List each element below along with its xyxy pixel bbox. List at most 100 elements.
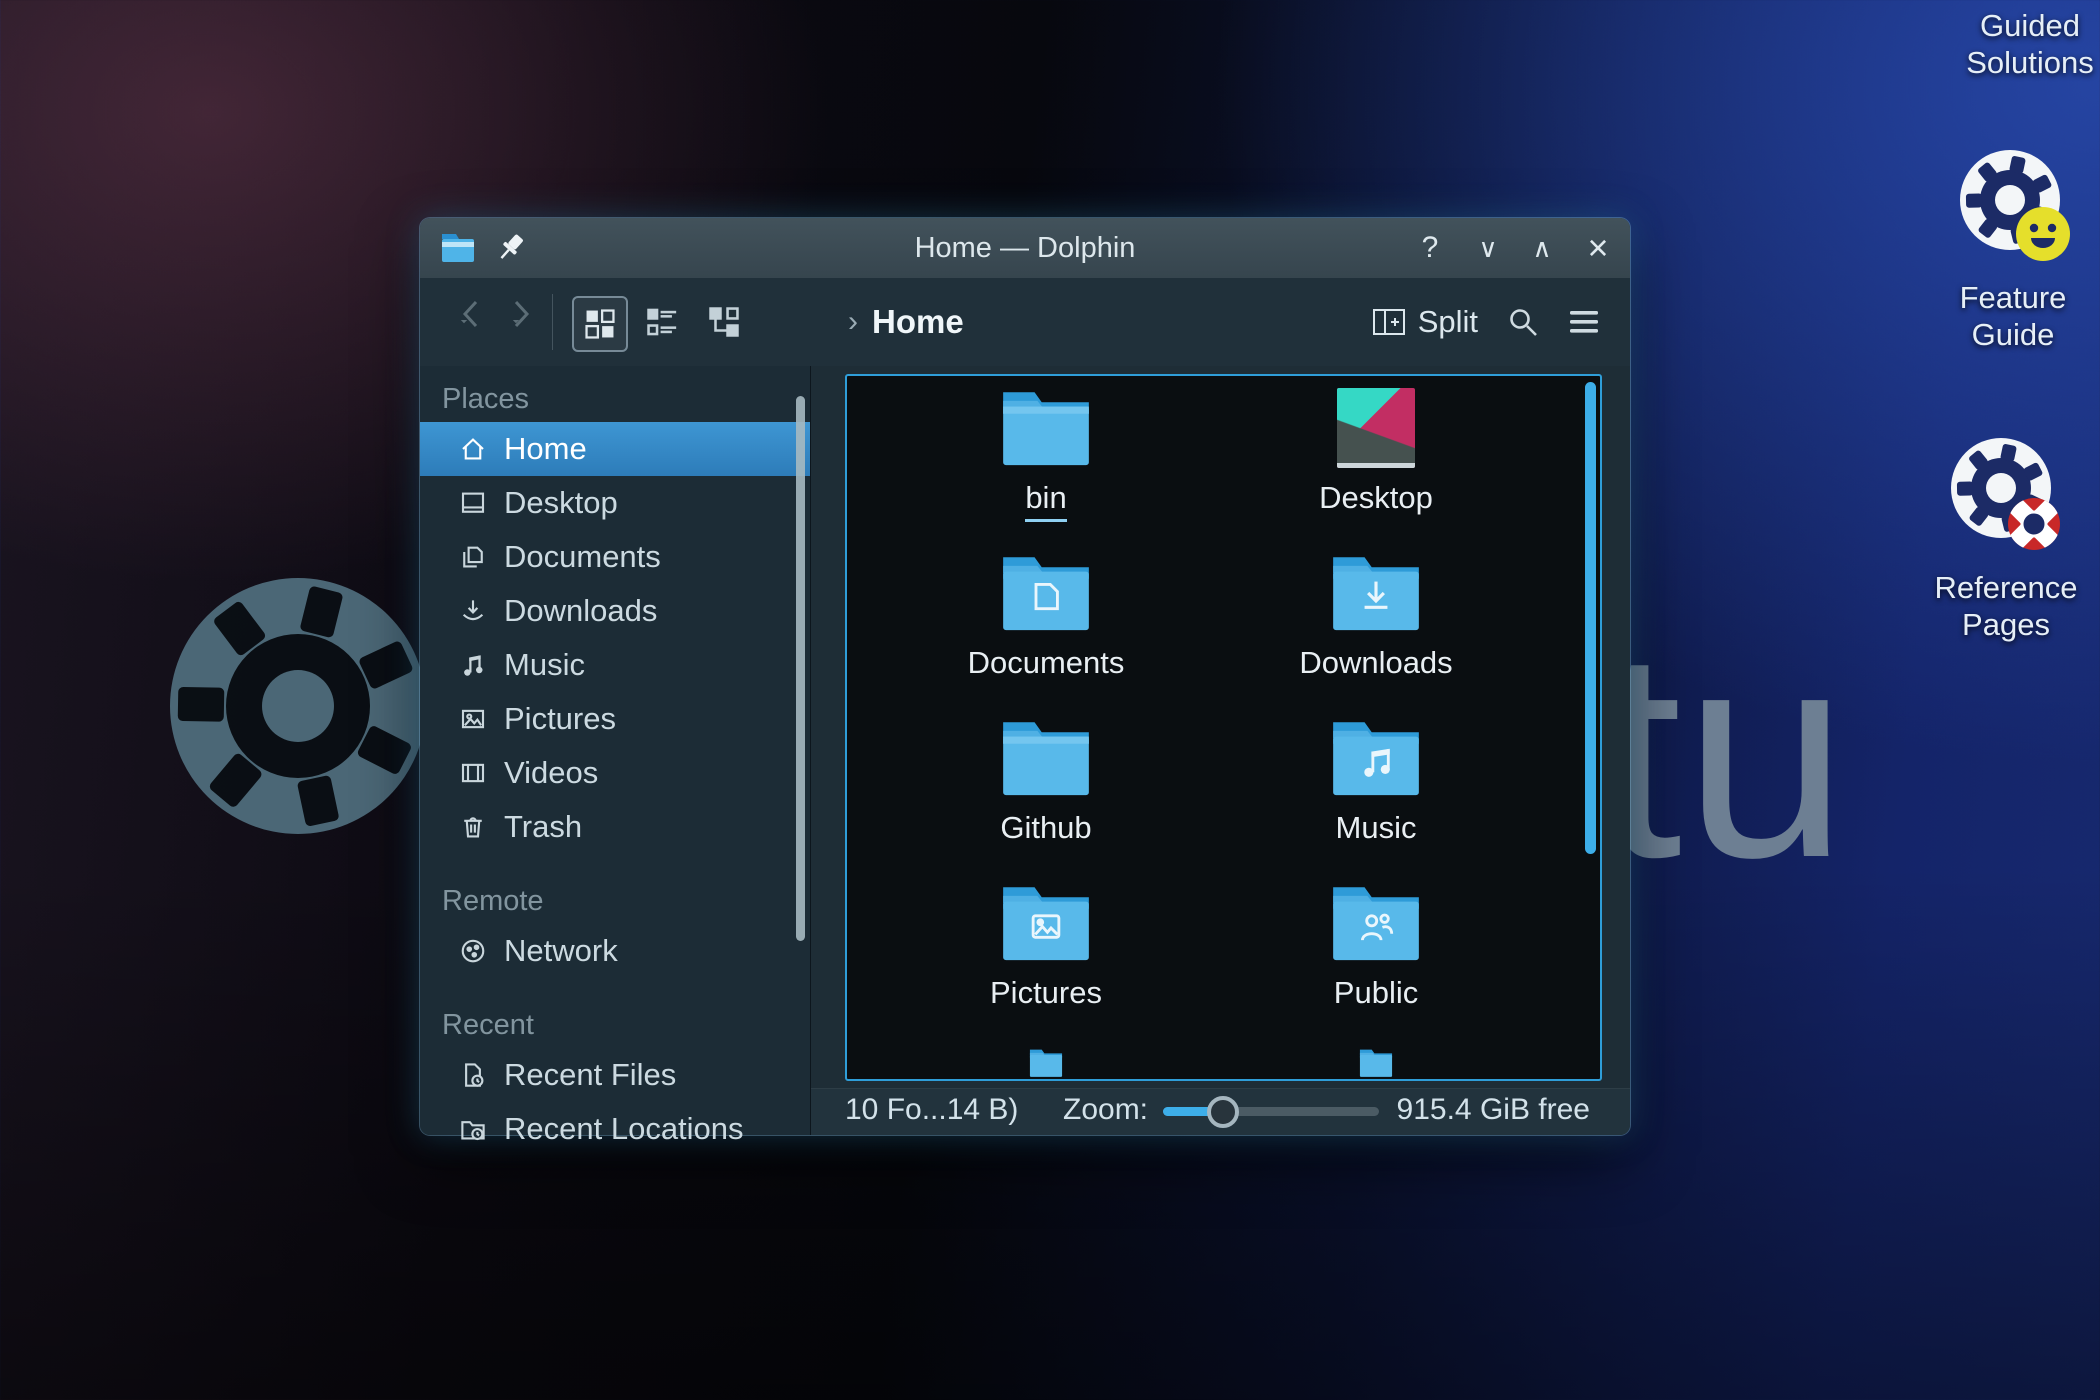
videos-icon [458,758,488,788]
folder-music-icon [1330,718,1422,798]
trash-icon [458,812,488,842]
folder-icon [1000,388,1092,468]
file-name: bin [1025,480,1066,522]
help-button[interactable]: ? [1408,218,1452,278]
folder-icon [1330,1048,1422,1078]
pictures-icon [458,704,488,734]
file-item-documents[interactable]: Documents [881,543,1211,708]
desktop-icon-guided-solutions[interactable]: Guided Solutions [1945,0,2100,81]
sidebar-item-documents[interactable]: Documents [420,530,810,584]
recent-locations-icon [458,1114,488,1144]
file-item-partial[interactable] [881,1038,1211,1078]
sidebar-scrollbar[interactable] [796,396,805,941]
view-scrollbar[interactable] [1585,382,1596,854]
forward-button[interactable] [506,298,536,332]
sidebar-item-label: Recent Locations [504,1111,744,1147]
minimize-button[interactable]: ∨ [1466,218,1510,278]
sidebar-item-network[interactable]: Network [420,924,810,978]
free-space: 915.4 GiB free [1397,1093,1590,1127]
file-name: Public [1334,975,1418,1011]
hamburger-menu-icon[interactable] [1568,309,1600,335]
folder-pictures-icon [1000,883,1092,963]
sidebar-item-recent-files[interactable]: Recent Files [420,1048,810,1102]
sidebar-section-remote: Remote [420,878,810,924]
sidebar-item-label: Recent Files [504,1057,676,1093]
toolbar-separator [552,294,553,350]
breadcrumb-chevron-icon: › [848,305,858,339]
desktop-icon-feature-guide[interactable]: Feature Guide [1928,146,2098,353]
close-button[interactable]: × [1576,218,1620,278]
sidebar-item-music[interactable]: Music [420,638,810,692]
home-icon [458,434,488,464]
titlebar[interactable]: Home — Dolphin ? ∨ ∧ × [420,218,1630,279]
desktop-icon [458,488,488,518]
maximize-button[interactable]: ∧ [1520,218,1564,278]
file-item-bin[interactable]: bin [881,378,1211,543]
split-label: Split [1418,304,1478,340]
file-item-public[interactable]: Public [1211,873,1541,1038]
documents-icon [458,542,488,572]
sidebar-item-recent-locations[interactable]: Recent Locations [420,1102,810,1156]
sidebar-item-label: Home [504,431,587,467]
statusbar-summary: 10 Fo...14 B) [845,1093,1018,1127]
kde-gear-smiley-icon [1953,146,2073,266]
desktop-icon-label: Reference Pages [1934,570,2077,643]
sidebar-item-downloads[interactable]: Downloads [420,584,810,638]
tree-view-button[interactable] [698,296,750,348]
desktop-icon-label: Feature Guide [1960,280,2067,353]
sidebar-item-pictures[interactable]: Pictures [420,692,810,746]
sidebar-section-places: Places [420,376,810,422]
zoom-slider-knob[interactable] [1207,1096,1239,1128]
sidebar-item-trash[interactable]: Trash [420,800,810,854]
file-item-music[interactable]: Music [1211,708,1541,873]
sidebar-item-label: Trash [504,809,582,845]
sidebar-item-home[interactable]: Home [420,422,810,476]
breadcrumb[interactable]: › Home [848,278,964,366]
sidebar-item-videos[interactable]: Videos [420,746,810,800]
file-item-pictures[interactable]: Pictures [881,873,1211,1038]
music-icon [458,650,488,680]
desktop-icon-label: Guided Solutions [1966,8,2094,81]
toolbar: › Home Split [420,278,1630,366]
folder-documents-icon [1000,553,1092,633]
folder-view[interactable]: bin Desktop [845,374,1602,1081]
sidebar-item-label: Desktop [504,485,618,521]
split-icon [1372,307,1406,337]
file-name: Desktop [1319,480,1433,516]
desktop-icon-reference-pages[interactable]: Reference Pages [1921,436,2091,643]
downloads-icon [458,596,488,626]
folder-downloads-icon [1330,553,1422,633]
zoom-label: Zoom: [1063,1093,1148,1127]
folder-icon [1000,1048,1092,1078]
sidebar-item-label: Pictures [504,701,616,737]
folder-icon [1000,718,1092,798]
dolphin-window: Home — Dolphin ? ∨ ∧ × [420,218,1630,1135]
file-name: Github [1000,810,1091,846]
file-name: Downloads [1299,645,1452,681]
wallpaper-preview-icon [1337,388,1415,468]
file-name: Documents [968,645,1125,681]
zoom-slider[interactable] [1163,1107,1379,1116]
folder-public-icon [1330,883,1422,963]
file-item-github[interactable]: Github [881,708,1211,873]
split-button[interactable]: Split [1372,304,1478,340]
back-button[interactable] [456,298,486,332]
search-icon[interactable] [1506,305,1540,339]
sidebar-item-label: Network [504,933,618,969]
file-name: Pictures [990,975,1102,1011]
icons-view-button[interactable] [572,296,628,352]
file-item-partial[interactable] [1211,1038,1541,1078]
details-view-button[interactable] [636,296,688,348]
breadcrumb-location[interactable]: Home [872,303,964,341]
file-name: Music [1336,810,1417,846]
file-item-desktop[interactable]: Desktop [1211,378,1541,543]
sidebar-item-desktop[interactable]: Desktop [420,476,810,530]
sidebar-item-label: Downloads [504,593,657,629]
recent-files-icon [458,1060,488,1090]
sidebar-item-label: Music [504,647,585,683]
sidebar-item-label: Documents [504,539,661,575]
places-panel: Places Home Desktop Documents [420,366,810,1135]
kubuntu-gear-watermark [148,556,448,856]
statusbar: 10 Fo...14 B) Zoom: 915.4 GiB free [811,1088,1630,1135]
file-item-downloads[interactable]: Downloads [1211,543,1541,708]
